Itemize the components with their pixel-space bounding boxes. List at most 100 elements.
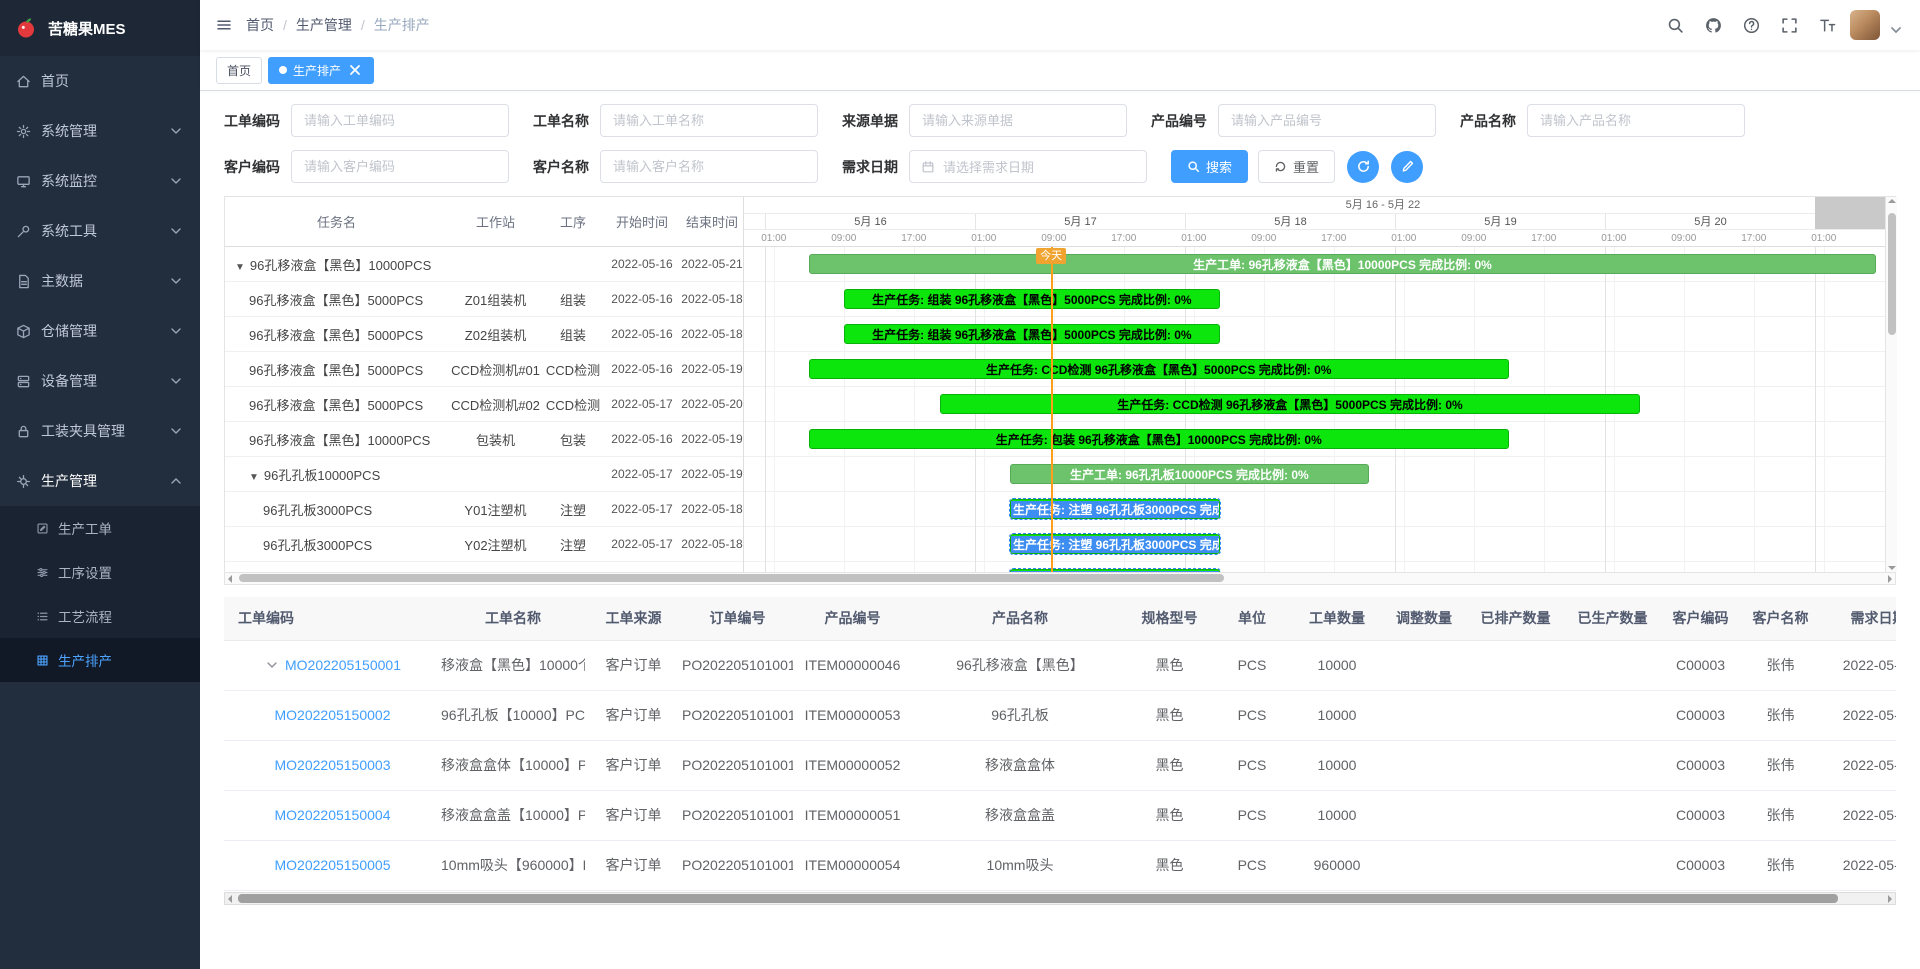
scroll-left-icon[interactable] xyxy=(228,895,232,903)
gantt-process: CCD检测 xyxy=(543,360,603,379)
sync-circle-button[interactable] xyxy=(1347,151,1379,183)
gantt-task-row[interactable]: 96孔移液盒【黑色】5000PCSCCD检测机#02CCD检测2022-05-1… xyxy=(225,387,743,422)
breadcrumb-item[interactable]: 生产管理 xyxy=(296,15,352,35)
font-size-icon[interactable] xyxy=(1812,10,1842,40)
orders-horizontal-scrollbar[interactable] xyxy=(224,892,1896,905)
gantt-horizontal-scrollbar[interactable] xyxy=(224,573,1896,585)
gantt-project-bar[interactable]: 生产工单: 96孔孔板10000PCS 完成比例: 0% xyxy=(1010,464,1369,484)
gantt-task-row[interactable]: ▼96孔移液盒【黑色】10000PCS2022-05-162022-05-21 xyxy=(225,247,743,282)
gantt-task-row[interactable]: 96孔孔板3000PCSY02注塑机注塑2022-05-172022-05-18 xyxy=(225,527,743,562)
gantt-project-bar[interactable]: 生产工单: 96孔移液盒【黑色】10000PCS 完成比例: 0% xyxy=(809,254,1877,274)
gantt-vertical-scrollbar[interactable] xyxy=(1885,197,1897,572)
gantt-task-row[interactable]: 96孔移液盒【黑色】5000PCSZ02组装机组装2022-05-162022-… xyxy=(225,317,743,352)
gantt-end-date: 2022-05-18 xyxy=(681,292,743,306)
triangle-down-icon[interactable]: ▼ xyxy=(249,472,259,483)
orders-hscroll-thumb[interactable] xyxy=(238,894,1838,903)
gantt-start-date: 2022-05-16 xyxy=(603,362,681,376)
order-link[interactable]: MO202205150001 xyxy=(285,657,401,673)
order-row[interactable]: MO202205150003移液盒盒体【10000】PCS客户订单PO20220… xyxy=(224,740,1896,790)
fullscreen-icon[interactable] xyxy=(1774,10,1804,40)
tab-首页[interactable]: 首页 xyxy=(216,57,262,84)
edit-circle-button[interactable] xyxy=(1391,151,1423,183)
tab-label: 生产排产 xyxy=(293,62,341,79)
search-button[interactable]: 搜索 xyxy=(1171,150,1248,183)
filter-input-customer-code[interactable] xyxy=(291,150,509,183)
scroll-up-icon[interactable] xyxy=(1888,199,1896,203)
sidebar-item-system-tools[interactable]: 系统工具 xyxy=(0,206,200,256)
reset-button[interactable]: 重置 xyxy=(1258,150,1335,183)
gantt-task-bar[interactable]: 生产任务: 注塑 96孔孔板3000PCS 完成比例: 0% xyxy=(1010,569,1220,572)
order-row[interactable]: MO202205150001移液盒【黑色】10000个客户订单PO2022051… xyxy=(224,640,1896,690)
sidebar-item-home[interactable]: 首页 xyxy=(0,56,200,106)
gantt-task-row[interactable]: 96孔孔板3000PCSY01注塑机注塑2022-05-172022-05-18 xyxy=(225,492,743,527)
order-link[interactable]: MO202205150003 xyxy=(275,757,391,773)
close-icon[interactable] xyxy=(347,62,363,78)
sidebar-item-warehouse[interactable]: 仓储管理 xyxy=(0,306,200,356)
filter-group-work-order-code: 工单编码 xyxy=(224,104,509,137)
scroll-right-icon[interactable] xyxy=(1888,575,1892,583)
order-link[interactable]: MO202205150005 xyxy=(275,857,391,873)
filter-input-customer-name[interactable] xyxy=(600,150,818,183)
gantt-hour-label: 17:00 xyxy=(901,230,926,247)
question-icon[interactable] xyxy=(1736,10,1766,40)
gantt-task-bar[interactable]: 生产任务: 注塑 96孔孔板3000PCS 完成比例: 0% xyxy=(1010,534,1220,554)
gantt-vscroll-thumb[interactable] xyxy=(1888,213,1896,335)
tab-生产排产[interactable]: 生产排产 xyxy=(268,57,374,84)
order-row[interactable]: MO20220515000296孔孔板【10000】PCS客户订单PO20220… xyxy=(224,690,1896,740)
filter-groups-1: 工单编码工单名称来源单据产品编号产品名称 xyxy=(224,104,1769,137)
gantt-task-bar[interactable]: 生产任务: 组装 96孔移液盒【黑色】5000PCS 完成比例: 0% xyxy=(844,289,1220,309)
sidebar-toggle-icon[interactable] xyxy=(216,17,232,33)
filter-input-demand-date[interactable]: 请选择需求日期 xyxy=(909,150,1147,183)
order-cell-demand_date: 2022-05-20 xyxy=(1821,740,1896,790)
order-row[interactable]: MO20220515000510mm吸头【960000】PCS客户订单PO202… xyxy=(224,840,1896,890)
expand-row-icon[interactable] xyxy=(264,657,280,673)
gantt-task-bar[interactable]: 生产任务: CCD检测 96孔移液盒【黑色】5000PCS 完成比例: 0% xyxy=(940,394,1640,414)
filter-input-work-order-code[interactable] xyxy=(291,104,509,137)
gantt-day-label: 5月 16 xyxy=(765,214,975,230)
sidebar-item-master-data[interactable]: 主数据 xyxy=(0,256,200,306)
search-icon[interactable] xyxy=(1660,10,1690,40)
github-icon[interactable] xyxy=(1698,10,1728,40)
gantt-hour-label: 01:00 xyxy=(1601,230,1626,247)
gantt-task-bar[interactable]: 生产任务: 包装 96孔移液盒【黑色】10000PCS 完成比例: 0% xyxy=(809,429,1509,449)
avatar[interactable] xyxy=(1850,10,1880,40)
scroll-right-icon[interactable] xyxy=(1888,895,1892,903)
sidebar-item-system-monitor[interactable]: 系统监控 xyxy=(0,156,200,206)
orders-column-header: 规格型号 xyxy=(1128,597,1211,640)
order-link[interactable]: MO202205150002 xyxy=(275,707,391,723)
order-row[interactable]: MO202205150004移液盒盒盖【10000】PCS客户订单PO20220… xyxy=(224,790,1896,840)
order-link[interactable]: MO202205150004 xyxy=(275,807,391,823)
gantt-task-bar[interactable]: 生产任务: CCD检测 96孔移液盒【黑色】5000PCS 完成比例: 0% xyxy=(809,359,1509,379)
gantt-task-row[interactable]: 96孔移液盒【黑色】5000PCSCCD检测机#01CCD检测2022-05-1… xyxy=(225,352,743,387)
gantt-task-bar[interactable]: 生产任务: 注塑 96孔孔板3000PCS 完成比例: 0% xyxy=(1010,499,1220,519)
gantt-task-row[interactable]: 96孔孔板3000PCSY03注塑机注塑2022-05-172022-05-18 xyxy=(225,562,743,573)
sidebar-item-production[interactable]: 生产管理 xyxy=(0,456,200,506)
sidebar-item-fixture[interactable]: 工装夹具管理 xyxy=(0,406,200,456)
sidebar-item-system-mgmt[interactable]: 系统管理 xyxy=(0,106,200,156)
gantt-grid-header: 任务名工作站工序开始时间结束时间 xyxy=(225,197,743,247)
sidebar-subitem-production-schedule[interactable]: 生产排产 xyxy=(0,638,200,682)
filter-input-product-code[interactable] xyxy=(1218,104,1436,137)
filter-input-work-order-name[interactable] xyxy=(600,104,818,137)
order-cell-spec: 黑色 xyxy=(1128,840,1211,890)
logo-bar[interactable]: 苦糖果MES xyxy=(0,0,200,56)
triangle-down-icon[interactable]: ▼ xyxy=(235,262,245,273)
sidebar-subitem-process-flow[interactable]: 工艺流程 xyxy=(0,594,200,638)
sidebar-subitem-process-settings[interactable]: 工序设置 xyxy=(0,550,200,594)
scroll-left-icon[interactable] xyxy=(228,575,232,583)
orders-table: 工单编码工单名称工单来源订单编号产品编号产品名称规格型号单位工单数量调整数量已排… xyxy=(224,597,1896,891)
order-cell-product_name: 移液盒盒盖 xyxy=(912,790,1128,840)
gantt-task-row[interactable]: ▼96孔孔板10000PCS2022-05-172022-05-19 xyxy=(225,457,743,492)
filter-input-source-doc[interactable] xyxy=(909,104,1127,137)
filter-input-product-name[interactable] xyxy=(1527,104,1745,137)
scroll-down-icon[interactable] xyxy=(1888,566,1896,570)
caret-down-icon[interactable] xyxy=(1888,22,1904,38)
sidebar-subitem-work-order[interactable]: 生产工单 xyxy=(0,506,200,550)
gantt-task-row[interactable]: 96孔移液盒【黑色】10000PCS包装机包装2022-05-162022-05… xyxy=(225,422,743,457)
gantt-task-bar[interactable]: 生产任务: 组装 96孔移液盒【黑色】5000PCS 完成比例: 0% xyxy=(844,324,1220,344)
breadcrumb-item[interactable]: 首页 xyxy=(246,15,274,35)
sidebar-item-equipment[interactable]: 设备管理 xyxy=(0,356,200,406)
gantt-task-row[interactable]: 96孔移液盒【黑色】5000PCSZ01组装机组装2022-05-162022-… xyxy=(225,282,743,317)
gantt-hour-label: 09:00 xyxy=(1251,230,1276,247)
gantt-hscroll-thumb[interactable] xyxy=(239,574,1224,582)
